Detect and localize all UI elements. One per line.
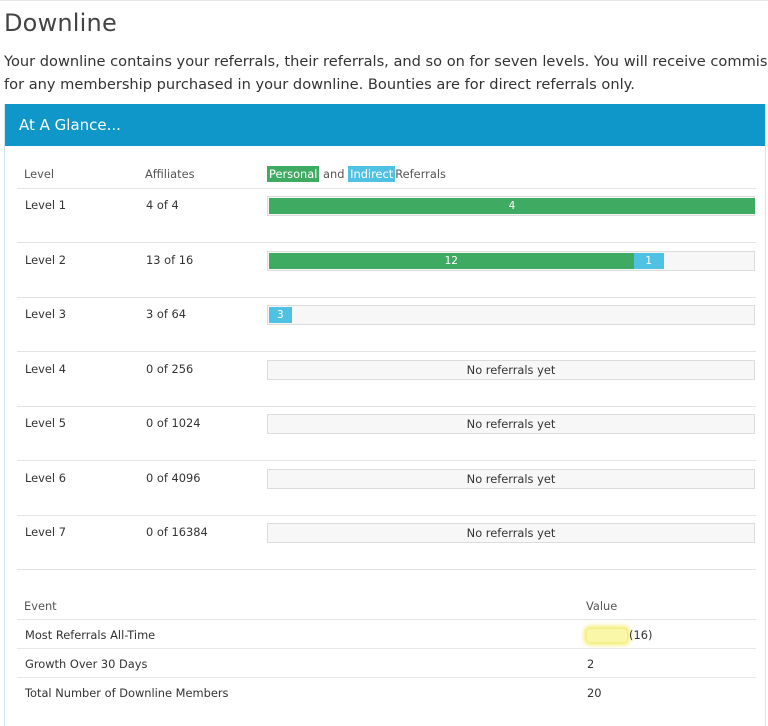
at-a-glance-panel: At A Glance... Level Affiliates Personal… [4,104,766,726]
event-value: 2 [587,657,594,671]
personal-referrals-segment: 4 [269,198,755,214]
indirect-legend-chip: Indirect [348,166,396,182]
referral-bar: 3 [267,305,755,325]
redacted-username [587,629,627,642]
event-value-text: (16) [629,628,653,642]
indirect-referrals-segment: 1 [633,252,664,269]
level-name: Level 7 [25,525,66,539]
event-row: Total Number of Downline Members 20 [17,678,756,707]
event-row: Growth Over 30 Days 2 [17,649,756,678]
level-name: Level 1 [25,198,66,212]
level-name: Level 4 [25,361,66,376]
referral-bar: No referrals yet [267,523,755,543]
value-column-header: Value [586,599,618,613]
level-name: Level 3 [25,307,66,321]
level-row: Level 3 3 of 64 3 [17,298,756,352]
top-divider [0,0,768,1]
level-row: Level 6 0 of 4096 No referrals yet [17,462,756,516]
level-row: Level 7 0 of 16384 No referrals yet [17,516,756,570]
event-value: (16) [587,628,652,642]
level-affiliates-count: 0 of 1024 [146,416,201,430]
level-row: Level 5 0 of 1024 No referrals yet [17,407,756,461]
referrals-legend: Personal and Indirect Referrals [267,166,446,182]
event-label: Most Referrals All-Time [25,628,156,642]
level-name: Level 6 [25,470,66,485]
legend-and-text: and [323,167,345,181]
referral-bar: No referrals yet [267,359,755,380]
level-row: Level 4 0 of 256 No referrals yet [17,353,756,407]
level-row: Level 2 13 of 16 12 1 [17,244,756,298]
affiliates-column-header: Affiliates [145,167,195,181]
referral-bar: 4 [267,196,755,216]
indirect-referrals-segment: 3 [269,307,292,323]
no-referrals-text: No referrals yet [466,526,556,540]
level-name: Level 2 [25,252,66,267]
level-affiliates-count: 0 of 256 [146,361,194,376]
no-referrals-text: No referrals yet [466,417,556,431]
no-referrals-text: No referrals yet [466,471,556,486]
event-value-text: 20 [587,686,602,700]
level-row: Level 1 4 of 4 4 [17,189,756,243]
event-label: Growth Over 30 Days [25,657,148,671]
referral-bar: No referrals yet [267,468,755,489]
legend-referrals-text: Referrals [395,167,446,181]
event-value-text: 2 [587,657,595,671]
no-referrals-text: No referrals yet [466,362,556,377]
level-affiliates-count: 0 of 16384 [146,525,208,539]
page-title: Downline [4,9,117,37]
level-name: Level 5 [25,416,66,430]
event-row: Most Referrals All-Time (16) [17,620,756,649]
level-affiliates-count: 3 of 64 [146,307,186,321]
level-column-header: Level [24,167,55,181]
row-divider [17,569,756,570]
personal-legend-chip: Personal [267,166,320,182]
panel-header: At A Glance... [5,104,765,146]
personal-referrals-segment: 12 [269,252,634,269]
panel-title: At A Glance... [19,116,121,134]
event-label: Total Number of Downline Members [25,686,229,700]
referral-bar: No referrals yet [267,414,755,434]
intro-line-1: Your downline contains your referrals, t… [4,53,768,70]
referral-bar: 12 1 [267,250,755,271]
level-affiliates-count: 13 of 16 [146,252,194,267]
level-affiliates-count: 0 of 4096 [146,470,201,485]
event-value: 20 [587,686,602,700]
event-column-header: Event [24,599,57,613]
intro-line-2: for any membership purchased in your dow… [4,76,635,93]
intro-text: Your downline contains your referrals, t… [4,50,768,96]
level-affiliates-count: 4 of 4 [146,198,179,212]
